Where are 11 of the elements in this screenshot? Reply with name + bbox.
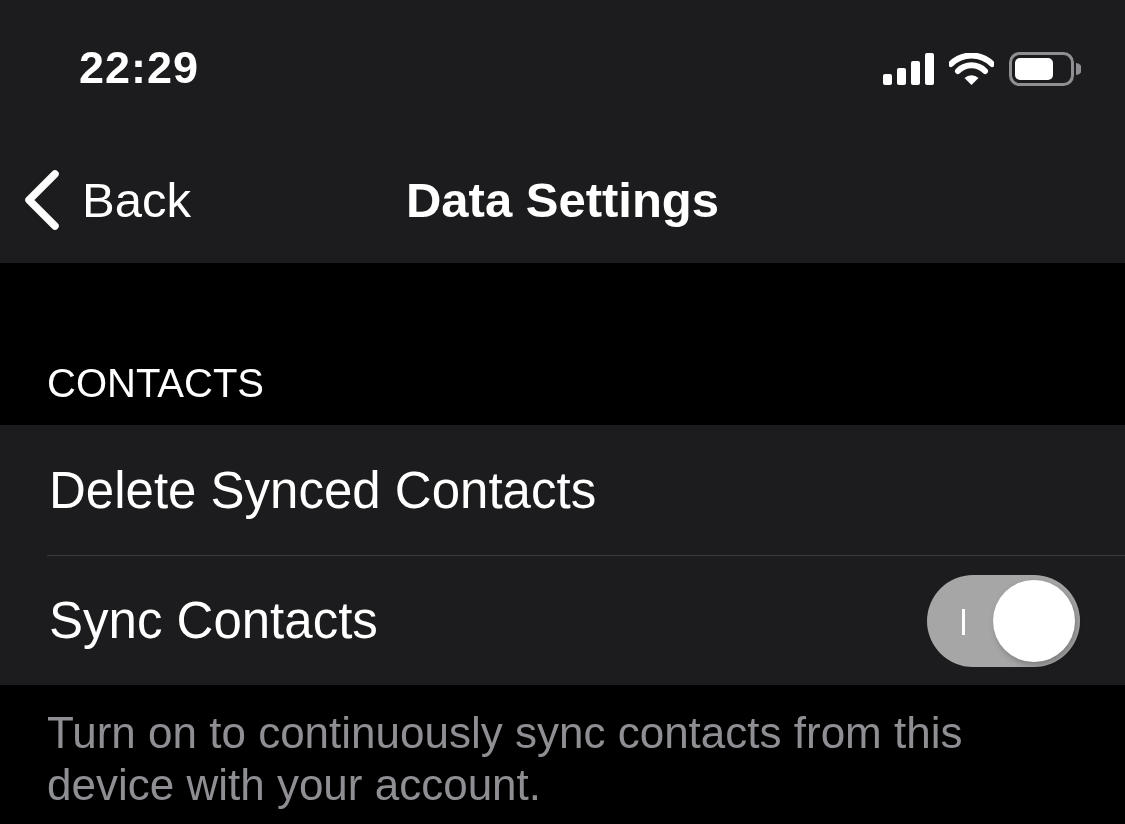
signal-icon: [883, 53, 934, 85]
row-label: Sync Contacts: [48, 591, 378, 650]
section-header: CONTACTS: [47, 361, 265, 405]
section-footer: Turn on to continuously sync contacts from this device with your account.: [47, 708, 963, 809]
chevron-left-icon: [24, 168, 60, 231]
action-row[interactable]: Delete Synced Contacts: [47, 460, 597, 520]
status-time: 22:29: [79, 44, 200, 92]
back-button[interactable]: Back: [0, 168, 197, 235]
screen-title: Data Settings: [405, 171, 720, 229]
wifi-icon: [949, 53, 994, 85]
battery-icon: [1009, 52, 1081, 86]
